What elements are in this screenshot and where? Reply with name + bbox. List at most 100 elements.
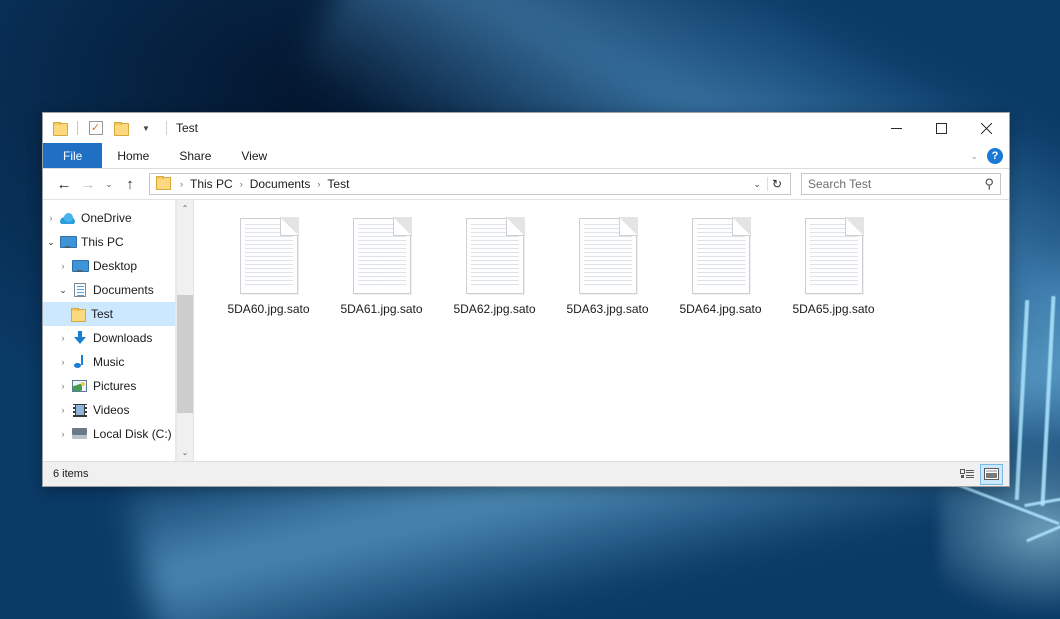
item-count: 6 items <box>53 468 88 480</box>
sidebar-item-pictures[interactable]: › Pictures <box>43 374 193 398</box>
generic-file-icon <box>240 218 298 294</box>
download-icon <box>71 331 88 345</box>
up-button[interactable]: ↑ <box>119 173 141 195</box>
tab-share[interactable]: Share <box>164 143 226 168</box>
list-item[interactable]: 5DA60.jpg.sato <box>212 214 325 338</box>
properties-icon[interactable]: ✓ <box>85 118 106 139</box>
chevron-right-icon[interactable]: › <box>55 326 71 350</box>
file-name: 5DA63.jpg.sato <box>566 302 648 316</box>
customize-caret-icon[interactable]: ▼ <box>135 118 156 139</box>
generic-file-icon <box>579 218 637 294</box>
chevron-right-icon[interactable]: › <box>55 350 71 374</box>
music-icon <box>71 355 88 369</box>
breadcrumb[interactable]: › This PC › Documents › Test ⌄ ↻ <box>149 173 791 195</box>
folder-icon <box>156 175 170 193</box>
navigation-pane: › OneDrive ⌄ This PC › Desktop ⌄ <box>43 200 193 461</box>
file-explorer-window: ✓ ▼ Test File Home Share View <box>42 112 1010 487</box>
chevron-right-icon[interactable]: › <box>55 374 71 398</box>
chevron-right-icon[interactable]: › <box>55 422 71 446</box>
sidebar-item-label: Desktop <box>93 259 137 273</box>
close-button[interactable] <box>964 113 1009 143</box>
breadcrumb-test[interactable]: Test <box>325 177 351 191</box>
search-icon[interactable]: ⚲ <box>984 176 994 192</box>
cloud-icon <box>59 213 76 224</box>
generic-file-icon <box>466 218 524 294</box>
maximize-button[interactable] <box>919 113 964 143</box>
folder-icon <box>69 308 86 320</box>
search-input[interactable] <box>808 177 984 191</box>
list-item[interactable]: 5DA61.jpg.sato <box>325 214 438 338</box>
sidebar-item-label: Videos <box>93 403 129 417</box>
sidebar-item-this-pc[interactable]: ⌄ This PC <box>43 230 193 254</box>
monitor-icon <box>59 236 76 248</box>
file-name: 5DA62.jpg.sato <box>453 302 535 316</box>
chevron-down-icon[interactable]: ⌄ <box>55 278 71 302</box>
address-bar: ← → ⌄ ↑ › This PC › Documents › Test ⌄ ↻… <box>43 169 1009 199</box>
recent-locations-icon[interactable]: ⌄ <box>101 173 117 195</box>
generic-file-icon <box>805 218 863 294</box>
sidebar-item-onedrive[interactable]: › OneDrive <box>43 206 193 230</box>
window-title: Test <box>166 121 198 135</box>
list-item[interactable]: 5DA65.jpg.sato <box>777 214 890 338</box>
navigation-scrollbar[interactable]: ⌃ ⌄ <box>176 200 193 461</box>
back-button[interactable]: ← <box>53 173 75 195</box>
ribbon-tabs: File Home Share View ⌄ ? <box>43 143 1009 169</box>
quick-access-toolbar: ✓ ▼ <box>49 118 156 139</box>
details-view-button[interactable] <box>955 464 978 485</box>
minimize-button[interactable] <box>874 113 919 143</box>
generic-file-icon <box>353 218 411 294</box>
forward-button: → <box>77 173 99 195</box>
window-controls <box>874 113 1009 143</box>
monitor-icon <box>71 260 88 272</box>
list-item[interactable]: 5DA64.jpg.sato <box>664 214 777 338</box>
folder-icon[interactable] <box>49 118 70 139</box>
large-icons-view-button[interactable] <box>980 464 1003 485</box>
breadcrumb-documents[interactable]: Documents <box>248 177 313 191</box>
sidebar-item-label: This PC <box>81 235 124 249</box>
file-name: 5DA61.jpg.sato <box>340 302 422 316</box>
title-bar: ✓ ▼ Test <box>43 113 1009 143</box>
chevron-down-icon[interactable]: ⌄ <box>43 230 59 254</box>
search-box[interactable]: ⚲ <box>801 173 1001 195</box>
sidebar-item-videos[interactable]: › Videos <box>43 398 193 422</box>
file-list[interactable]: 5DA60.jpg.sato 5DA61.jpg.sato 5DA62.jpg.… <box>193 200 1009 461</box>
scroll-up-icon[interactable]: ⌃ <box>177 200 193 217</box>
tab-file[interactable]: File <box>43 143 102 168</box>
sidebar-item-label: Downloads <box>93 331 152 345</box>
toolbar-divider <box>77 121 78 135</box>
file-name: 5DA64.jpg.sato <box>679 302 761 316</box>
generic-file-icon <box>692 218 750 294</box>
sidebar-item-documents[interactable]: ⌄ Documents <box>43 278 193 302</box>
sidebar-item-downloads[interactable]: › Downloads <box>43 326 193 350</box>
file-name: 5DA65.jpg.sato <box>792 302 874 316</box>
sidebar-item-test[interactable]: Test <box>43 302 193 326</box>
chevron-right-icon[interactable]: › <box>43 206 59 230</box>
sidebar-item-music[interactable]: › Music <box>43 350 193 374</box>
refresh-icon[interactable]: ↻ <box>767 177 786 191</box>
list-item[interactable]: 5DA63.jpg.sato <box>551 214 664 338</box>
breadcrumb-this-pc[interactable]: This PC <box>188 177 235 191</box>
sidebar-item-label: Local Disk (C:) <box>93 427 172 441</box>
sidebar-item-desktop[interactable]: › Desktop <box>43 254 193 278</box>
sidebar-item-label: Music <box>93 355 124 369</box>
scroll-down-icon[interactable]: ⌄ <box>177 444 193 461</box>
chevron-down-icon[interactable]: ⌄ <box>970 151 978 162</box>
picture-icon <box>71 380 88 392</box>
chevron-right-icon[interactable]: › <box>55 254 71 278</box>
breadcrumb-separator: › <box>235 179 248 189</box>
chevron-right-icon[interactable]: › <box>55 398 71 422</box>
ribbon-right-controls: ⌄ ? <box>970 143 1003 169</box>
video-icon <box>71 404 88 417</box>
list-item[interactable]: 5DA62.jpg.sato <box>438 214 551 338</box>
scrollbar-thumb[interactable] <box>177 295 193 413</box>
tab-home[interactable]: Home <box>102 143 164 168</box>
file-name: 5DA60.jpg.sato <box>227 302 309 316</box>
breadcrumb-separator: › <box>312 179 325 189</box>
sidebar-item-label: Pictures <box>93 379 136 393</box>
sidebar-item-local-disk[interactable]: › Local Disk (C:) <box>43 422 193 446</box>
help-icon[interactable]: ? <box>987 148 1003 164</box>
chevron-down-icon[interactable]: ⌄ <box>747 179 767 190</box>
tab-view[interactable]: View <box>226 143 282 168</box>
drive-icon <box>71 428 88 440</box>
new-folder-icon[interactable] <box>110 118 131 139</box>
